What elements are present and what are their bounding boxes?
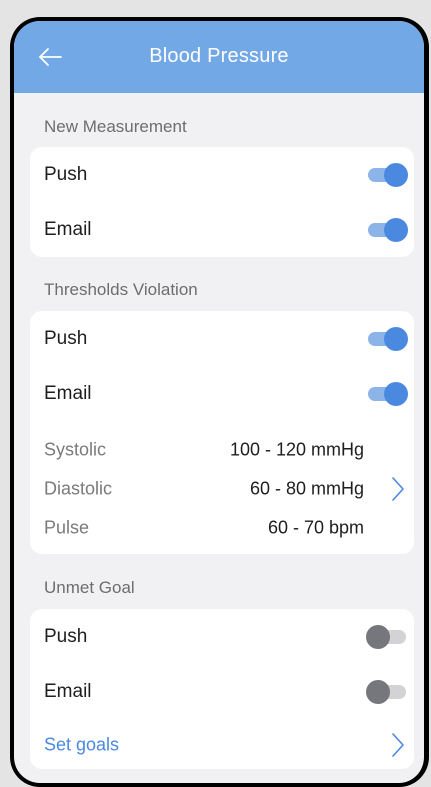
email-toggle[interactable] — [366, 680, 408, 704]
toggle-thumb — [384, 327, 408, 351]
chevron-right-icon[interactable] — [390, 732, 406, 758]
email-toggle[interactable] — [366, 382, 408, 406]
card-thresholds-violation: Push Email Systolic 100 - 120 mmHg Diast… — [30, 311, 414, 554]
chevron-right-icon[interactable] — [390, 476, 406, 502]
row-push: Push — [30, 311, 414, 367]
threshold-label: Systolic — [44, 439, 107, 460]
row-label: Push — [44, 626, 88, 647]
toggle-thumb — [384, 382, 408, 406]
set-goals-link[interactable]: Set goals — [44, 735, 119, 756]
row-label: Email — [44, 681, 92, 702]
app-bar: Blood Pressure — [14, 21, 424, 93]
toggle-thumb — [384, 163, 408, 187]
threshold-label: Diastolic — [44, 478, 113, 499]
toggle-thumb — [366, 680, 390, 704]
threshold-value: 60 - 70 bpm — [267, 517, 364, 538]
row-email: Email — [30, 366, 414, 422]
page-title: Blood Pressure — [149, 45, 289, 67]
row-label: Push — [44, 164, 88, 185]
row-set-goals[interactable]: Set goals — [30, 719, 414, 771]
threshold-value: 60 - 80 mmHg — [249, 478, 364, 499]
toggle-thumb — [384, 218, 408, 242]
threshold-row-systolic: Systolic 100 - 120 mmHg — [30, 430, 414, 470]
section-header-unmet-goal: Unmet Goal — [44, 578, 135, 597]
push-toggle[interactable] — [366, 327, 408, 351]
threshold-row-diastolic: Diastolic 60 - 80 mmHg — [30, 469, 414, 509]
row-label: Push — [44, 328, 88, 349]
row-email: Email — [30, 202, 414, 258]
row-email: Email — [30, 664, 414, 720]
threshold-label: Pulse — [44, 517, 90, 538]
section-header-thresholds-violation: Thresholds Violation — [44, 280, 198, 299]
card-new-measurement: Push Email — [30, 147, 414, 257]
row-label: Email — [44, 383, 92, 404]
section-header-new-measurement: New Measurement — [44, 117, 187, 136]
toggle-thumb — [366, 625, 390, 649]
threshold-value: 100 - 120 mmHg — [229, 439, 364, 460]
row-push: Push — [30, 609, 414, 665]
row-label: Email — [44, 219, 92, 240]
device-background: Blood Pressure New Measurement Push Emai… — [0, 0, 431, 787]
phone-frame: Blood Pressure New Measurement Push Emai… — [10, 17, 429, 787]
email-toggle[interactable] — [366, 218, 408, 242]
card-unmet-goal: Push Email Set goals — [30, 609, 414, 769]
row-push: Push — [30, 147, 414, 203]
threshold-row-pulse: Pulse 60 - 70 bpm — [30, 508, 414, 548]
push-toggle[interactable] — [366, 163, 408, 187]
push-toggle[interactable] — [366, 625, 408, 649]
